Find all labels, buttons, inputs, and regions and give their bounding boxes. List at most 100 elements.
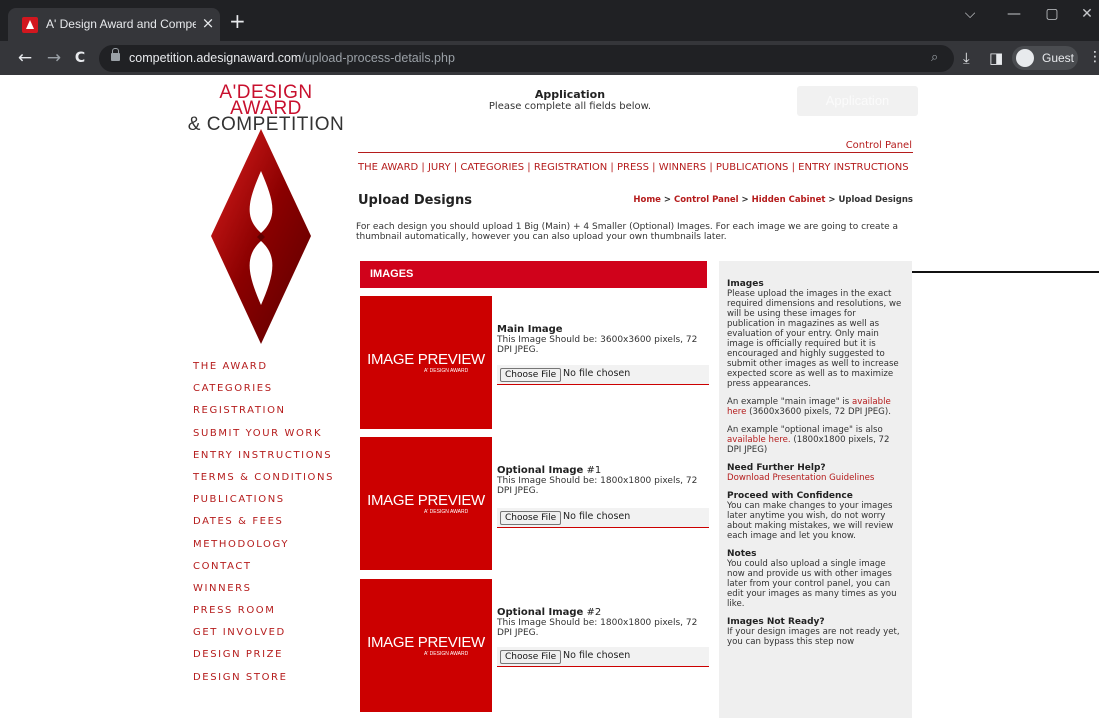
close-window-icon[interactable]: ✕ — [1072, 6, 1099, 22]
nav-separator: | — [524, 162, 534, 173]
breadcrumb-separator: > — [660, 195, 674, 205]
file-status: No file chosen — [563, 650, 631, 661]
nav-separator: | — [788, 162, 799, 173]
left-nav-item[interactable]: GET INVOLVED — [193, 627, 334, 649]
tab-close-icon[interactable]: × — [200, 14, 216, 32]
sidebar-heading: Notes — [727, 549, 757, 559]
breadcrumb: Home > Control Panel > Hidden Cabinet > … — [600, 195, 913, 205]
browser-toolbar: ← → C competition.adesignaward.com/uploa… — [0, 41, 1099, 75]
left-nav-item[interactable]: WINNERS — [193, 583, 334, 605]
breadcrumb-current: Upload Designs — [838, 195, 913, 205]
download-icon[interactable]: ⤓ — [963, 49, 970, 67]
control-panel-link[interactable]: Control Panel — [840, 140, 912, 151]
image-preview-watermark: A' DESIGN AWARD — [424, 651, 469, 657]
image-title-label: Optional Image — [497, 465, 584, 476]
left-nav-item[interactable]: REGISTRATION — [193, 405, 334, 427]
application-subtitle: Please complete all fields below. — [488, 101, 652, 112]
divider — [912, 271, 1099, 273]
breadcrumb-control-panel[interactable]: Control Panel — [674, 195, 739, 205]
tab-search-icon[interactable]: ⌵ — [955, 6, 985, 22]
reload-icon[interactable]: C — [69, 48, 91, 68]
top-nav-item[interactable]: PRESS — [617, 162, 649, 173]
sidebar-text: If your design images are not ready yet,… — [727, 627, 900, 647]
left-nav-item[interactable]: PUBLICATIONS — [193, 494, 334, 516]
guidelines-download-link[interactable]: Download Presentation Guidelines — [727, 473, 874, 483]
optional-example-link[interactable]: available here. — [727, 435, 791, 445]
image-requirements: This Image Should be: 1800x1800 pixels, … — [497, 618, 698, 638]
sidebar-heading: Need Further Help? — [727, 463, 826, 473]
award-trophy-icon — [211, 129, 311, 344]
left-nav-item[interactable]: METHODOLOGY — [193, 539, 334, 561]
url-path: /upload-process-details.php — [301, 51, 455, 65]
zoom-icon[interactable]: ⌕ — [931, 50, 938, 65]
top-navigation: THE AWARD | JURY | CATEGORIES | REGISTRA… — [358, 162, 909, 173]
sidebar-text: You can make changes to your images late… — [727, 501, 894, 541]
lock-icon[interactable] — [111, 48, 120, 61]
sidebar-text-part: (3600x3600 pixels, 72 DPI JPEG). — [746, 407, 891, 417]
minimize-icon[interactable]: — — [999, 6, 1029, 22]
image-preview-label: IMAGE PREVIEW — [367, 492, 485, 509]
address-bar[interactable]: competition.adesignaward.com/upload-proc… — [99, 45, 954, 72]
browser-tab[interactable]: A' Design Award and Competitio × — [8, 8, 220, 41]
avatar-icon — [1016, 49, 1034, 67]
sidebar-text-part: An example "main image" is — [727, 397, 852, 407]
image-requirements: This Image Should be: 1800x1800 pixels, … — [497, 476, 698, 496]
top-nav-item[interactable]: WINNERS — [659, 162, 706, 173]
left-nav-item[interactable]: PRESS ROOM — [193, 605, 334, 627]
image-preview-watermark: A' DESIGN AWARD — [424, 368, 469, 374]
file-input[interactable]: Choose File No file chosen — [497, 365, 709, 385]
file-input[interactable]: Choose File No file chosen — [497, 647, 709, 667]
page-title: Upload Designs — [358, 193, 472, 208]
nav-separator: | — [607, 162, 617, 173]
menu-icon[interactable]: ⋮ — [1088, 49, 1099, 65]
file-input[interactable]: Choose File No file chosen — [497, 508, 709, 528]
choose-file-button[interactable]: Choose File — [500, 511, 562, 525]
left-navigation: THE AWARD CATEGORIES REGISTRATION SUBMIT… — [193, 361, 334, 694]
tab-title: A' Design Award and Competitio — [46, 17, 196, 31]
left-nav-item[interactable]: THE AWARD — [193, 361, 334, 383]
top-nav-item[interactable]: PUBLICATIONS — [716, 162, 789, 173]
browser-tab-bar: A' Design Award and Competitio × + ⌵ — ▢… — [0, 0, 1099, 41]
image-requirements: This Image Should be: 3600x3600 pixels, … — [497, 335, 698, 355]
image-preview: IMAGE PREVIEW A' DESIGN AWARD — [360, 579, 492, 712]
side-panel-icon[interactable]: ◨ — [989, 49, 1003, 67]
profile-button[interactable]: Guest — [1012, 46, 1078, 70]
breadcrumb-home[interactable]: Home — [633, 195, 661, 205]
left-nav-item[interactable]: DESIGN STORE — [193, 672, 334, 694]
image-title: Optional Image #1 — [497, 465, 601, 476]
logo-line-1: A'DESIGN AWARD — [219, 82, 313, 119]
breadcrumb-separator: > — [738, 195, 752, 205]
image-title: Main Image — [497, 324, 563, 335]
url-text[interactable]: competition.adesignaward.com/upload-proc… — [129, 51, 455, 65]
left-nav-item[interactable]: CATEGORIES — [193, 383, 334, 405]
left-nav-item[interactable]: TERMS & CONDITIONS — [193, 472, 334, 494]
left-nav-item[interactable]: CONTACT — [193, 561, 334, 583]
back-arrow-icon[interactable]: ← — [14, 48, 36, 68]
top-nav-item[interactable]: CATEGORIES — [460, 162, 524, 173]
new-tab-button[interactable]: + — [229, 11, 246, 31]
top-nav-item[interactable]: REGISTRATION — [534, 162, 607, 173]
image-preview-label: IMAGE PREVIEW — [367, 634, 485, 651]
left-nav-item[interactable]: ENTRY INSTRUCTIONS — [193, 450, 334, 472]
top-nav-item[interactable]: JURY — [428, 162, 451, 173]
top-nav-item[interactable]: THE AWARD — [358, 162, 418, 173]
site-logo[interactable]: A'DESIGN AWARD & COMPETITION — [186, 82, 346, 134]
application-button[interactable]: Application — [797, 86, 918, 116]
left-nav-item[interactable]: DESIGN PRIZE — [193, 649, 334, 671]
choose-file-button[interactable]: Choose File — [500, 368, 562, 382]
maximize-icon[interactable]: ▢ — [1037, 6, 1067, 22]
help-sidebar: Images Please upload the images in the e… — [719, 261, 912, 718]
left-nav-item[interactable]: SUBMIT YOUR WORK — [193, 428, 334, 450]
choose-file-button[interactable]: Choose File — [500, 650, 562, 664]
sidebar-text: An example "optional image" is also avai… — [727, 425, 905, 455]
breadcrumb-hidden-cabinet[interactable]: Hidden Cabinet — [752, 195, 826, 205]
top-nav-item[interactable]: ENTRY INSTRUCTIONS — [798, 162, 908, 173]
image-title-suffix: #1 — [583, 465, 602, 476]
intro-text: For each design you should upload 1 Big … — [356, 222, 899, 242]
forward-arrow-icon[interactable]: → — [43, 48, 65, 68]
profile-label: Guest — [1042, 51, 1075, 65]
site-favicon-icon — [22, 17, 38, 33]
left-nav-item[interactable]: DATES & FEES — [193, 516, 334, 538]
image-upload-row: IMAGE PREVIEW A' DESIGN AWARD Optional I… — [360, 437, 710, 571]
image-preview: IMAGE PREVIEW A' DESIGN AWARD — [360, 296, 492, 429]
